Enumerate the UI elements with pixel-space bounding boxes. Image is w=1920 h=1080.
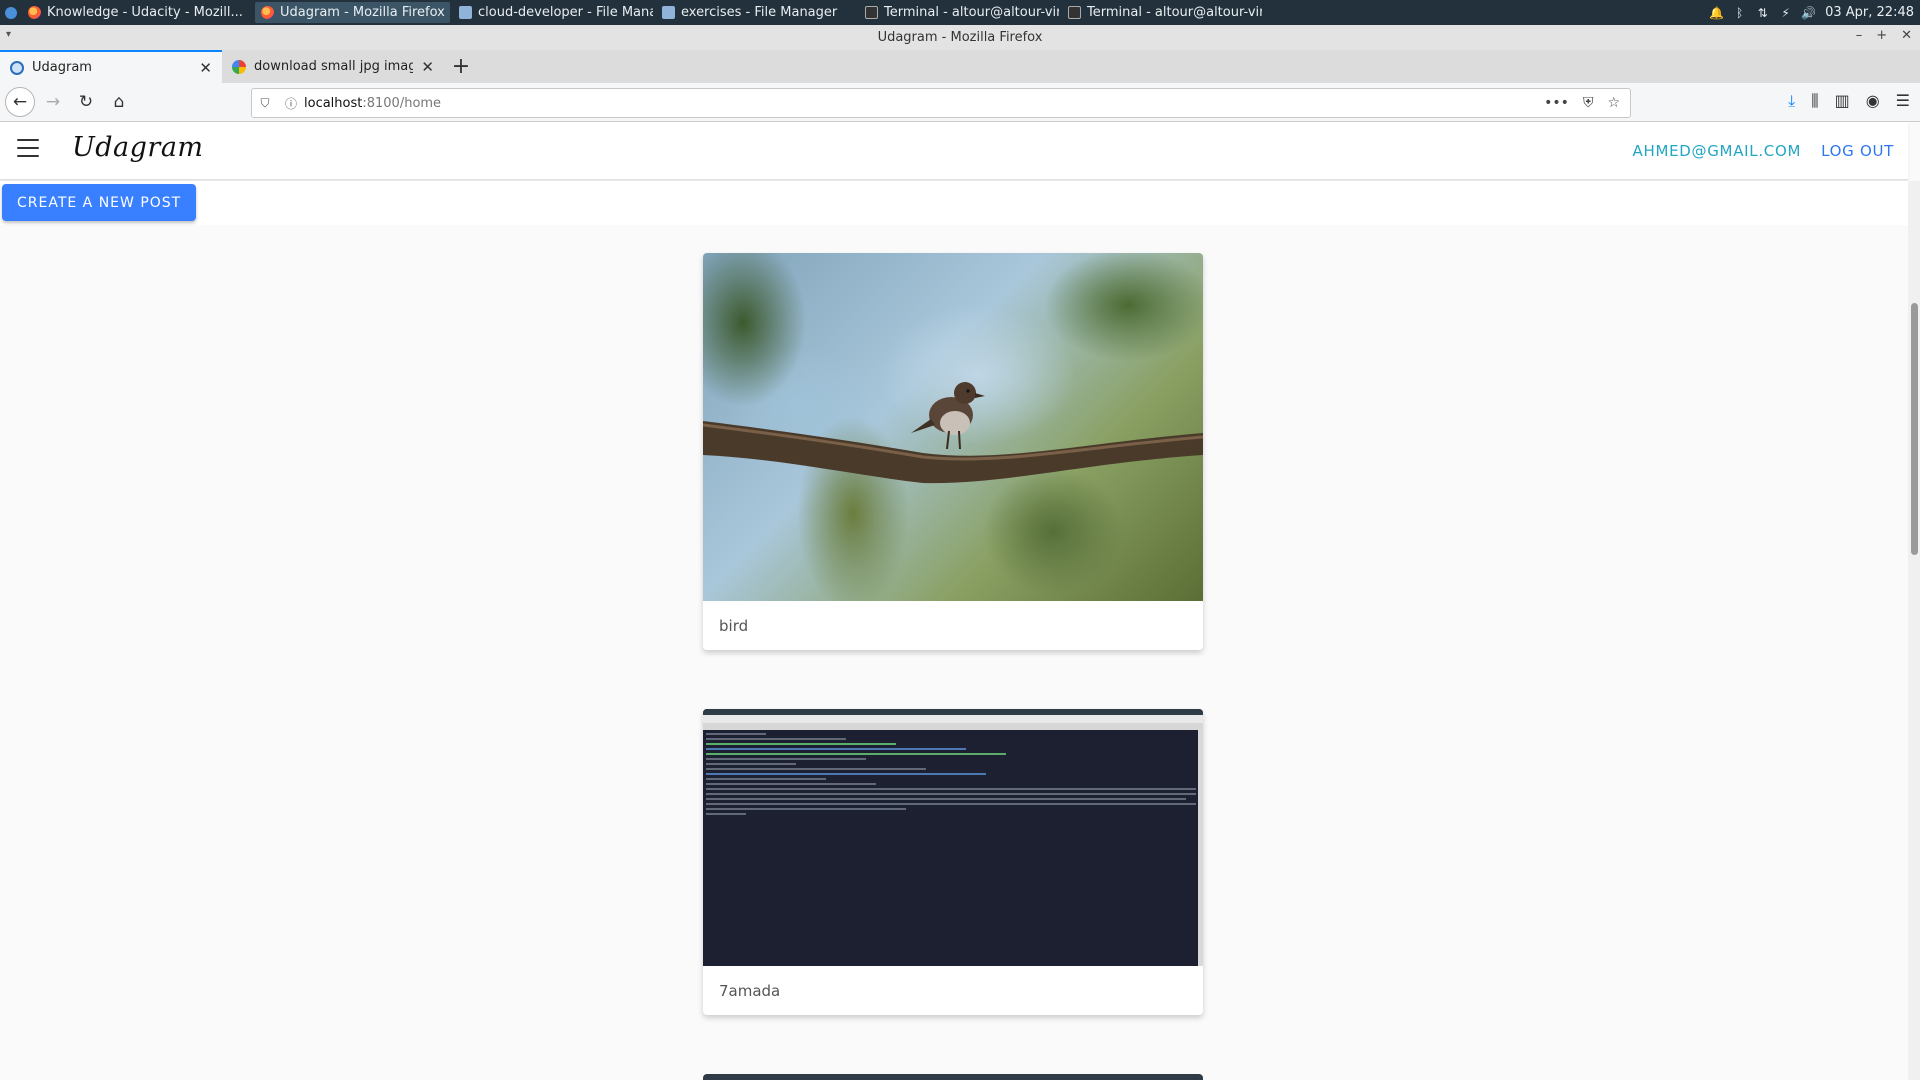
taskbar-task-label: Terminal - altour@altour-virt... xyxy=(1087,5,1262,20)
url-host: localhost xyxy=(304,95,363,111)
firefox-icon xyxy=(28,6,41,19)
taskbar-task-label: Udagram - Mozilla Firefox xyxy=(280,5,445,20)
window-menu-icon[interactable]: ▾ xyxy=(6,29,11,40)
taskbar-task-label: Knowledge - Udacity - Mozill... xyxy=(47,5,243,20)
taskbar-task-label: cloud-developer - File Manag... xyxy=(478,5,653,20)
library-icon[interactable]: ⫼ xyxy=(1811,91,1818,111)
post-caption: 7amada xyxy=(719,981,781,1000)
logout-button[interactable]: LOG OUT xyxy=(1821,142,1894,160)
close-tab-icon[interactable]: ✕ xyxy=(199,59,212,77)
bird-photo xyxy=(703,253,1203,601)
page-actions-icon[interactable]: ••• xyxy=(1544,95,1569,111)
downloads-icon[interactable]: ⤓ xyxy=(1788,91,1795,111)
side-menu-button[interactable] xyxy=(17,139,39,157)
taskbar-task-cloud-developer[interactable]: cloud-developer - File Manag... xyxy=(453,2,653,23)
window-title: Udagram - Mozilla Firefox xyxy=(877,30,1043,45)
arrow-right-icon: → xyxy=(45,92,61,112)
site-info-icon[interactable]: ⓘ xyxy=(278,95,304,112)
post-caption: bird xyxy=(719,616,749,635)
tab-udagram[interactable]: Udagram ✕ xyxy=(0,50,222,83)
taskbar-task-label: Terminal - altour@altour-virt... xyxy=(884,5,1059,20)
power-icon[interactable]: ⚡ xyxy=(1779,6,1792,20)
terminal-icon xyxy=(865,6,878,19)
taskbar-task-exercises[interactable]: exercises - File Manager xyxy=(656,2,856,23)
os-taskbar: Knowledge - Udacity - Mozill... Udagram … xyxy=(0,0,1920,25)
page-scrollbar[interactable] xyxy=(1908,181,1920,1080)
feed-card[interactable]: bird xyxy=(703,253,1203,650)
start-menu-icon xyxy=(5,6,17,19)
network-icon[interactable]: ⇅ xyxy=(1756,6,1769,20)
bookmark-star-icon[interactable]: ☆ xyxy=(1607,95,1620,111)
url-path: :8100/home xyxy=(362,95,442,111)
back-button[interactable]: ← xyxy=(5,87,35,117)
home-icon: ⌂ xyxy=(113,92,125,112)
tab-label: Udagram xyxy=(32,60,92,75)
scrollbar-thumb[interactable] xyxy=(1911,303,1918,555)
volume-icon[interactable]: 🔊 xyxy=(1801,6,1816,20)
create-post-button[interactable]: CREATE A NEW POST xyxy=(2,184,197,221)
arrow-left-icon: ← xyxy=(12,92,28,112)
reload-button[interactable]: ↻ xyxy=(71,87,101,117)
tab-label: download small jpg image - G xyxy=(254,59,414,74)
folder-icon xyxy=(459,6,472,19)
start-menu-button[interactable] xyxy=(0,0,22,25)
udagram-favicon-icon xyxy=(10,60,24,75)
terminal-screenshot-photo xyxy=(703,709,1203,966)
system-tray: 🔔 ᛒ ⇅ ⚡ 🔊 03 Apr, 22:48 xyxy=(1709,5,1920,20)
notification-bell-icon[interactable]: 🔔 xyxy=(1709,6,1724,20)
home-button[interactable]: ⌂ xyxy=(104,87,134,117)
taskbar-task-terminal-2[interactable]: Terminal - altour@altour-virt... xyxy=(1062,2,1262,23)
forward-button[interactable]: → xyxy=(38,87,68,117)
firefox-icon xyxy=(261,6,274,19)
tracking-shield-icon[interactable]: ⛉ xyxy=(252,96,278,111)
minimize-icon[interactable]: – xyxy=(1856,28,1863,43)
maximize-icon[interactable]: + xyxy=(1876,28,1887,43)
new-tab-button[interactable]: + xyxy=(444,50,478,83)
taskbar-task-label: exercises - File Manager xyxy=(681,5,838,20)
bluetooth-icon[interactable]: ᛒ xyxy=(1733,6,1746,20)
pocket-icon[interactable]: ⛨ xyxy=(1583,95,1594,111)
google-favicon-icon xyxy=(232,59,246,74)
sidebar-icon[interactable]: ▥ xyxy=(1835,91,1850,111)
taskbar-task-knowledge[interactable]: Knowledge - Udacity - Mozill... xyxy=(22,2,252,23)
reload-icon: ↻ xyxy=(78,92,94,112)
url-bar[interactable]: ⛉ ⓘ localhost:8100/home ••• ⛨ ☆ xyxy=(251,88,1631,118)
plus-icon: + xyxy=(451,54,471,79)
close-window-icon[interactable]: ✕ xyxy=(1901,28,1912,43)
taskbar-task-udagram[interactable]: Udagram - Mozilla Firefox xyxy=(255,2,450,23)
window-titlebar: ▾ Udagram - Mozilla Firefox – + ✕ xyxy=(0,25,1920,50)
brand-logo[interactable]: Udagram xyxy=(72,132,204,163)
browser-tab-strip: Udagram ✕ download small jpg image - G ✕… xyxy=(0,50,1920,83)
folder-icon xyxy=(662,6,675,19)
create-post-toolbar: CREATE A NEW POST xyxy=(0,181,1908,225)
account-icon[interactable]: ◉ xyxy=(1866,91,1880,111)
feed-card[interactable]: 7amada xyxy=(703,709,1203,1015)
feed-card-partial[interactable] xyxy=(703,1074,1203,1080)
taskbar-task-terminal-1[interactable]: Terminal - altour@altour-virt... xyxy=(859,2,1059,23)
close-tab-icon[interactable]: ✕ xyxy=(421,58,434,76)
tab-google-search[interactable]: download small jpg image - G ✕ xyxy=(222,50,444,83)
clock[interactable]: 03 Apr, 22:48 xyxy=(1825,5,1914,20)
app-header: Udagram AHMED@GMAIL.COM LOG OUT xyxy=(0,122,1908,180)
terminal-icon xyxy=(1068,6,1081,19)
browser-navbar: ← → ↻ ⌂ ⛉ ⓘ localhost:8100/home ••• ⛨ ☆ … xyxy=(0,83,1920,122)
page-viewport: Udagram AHMED@GMAIL.COM LOG OUT CREATE A… xyxy=(0,122,1920,1080)
hamburger-menu-icon[interactable]: ☰ xyxy=(1896,91,1910,111)
user-email-link[interactable]: AHMED@GMAIL.COM xyxy=(1633,142,1802,160)
